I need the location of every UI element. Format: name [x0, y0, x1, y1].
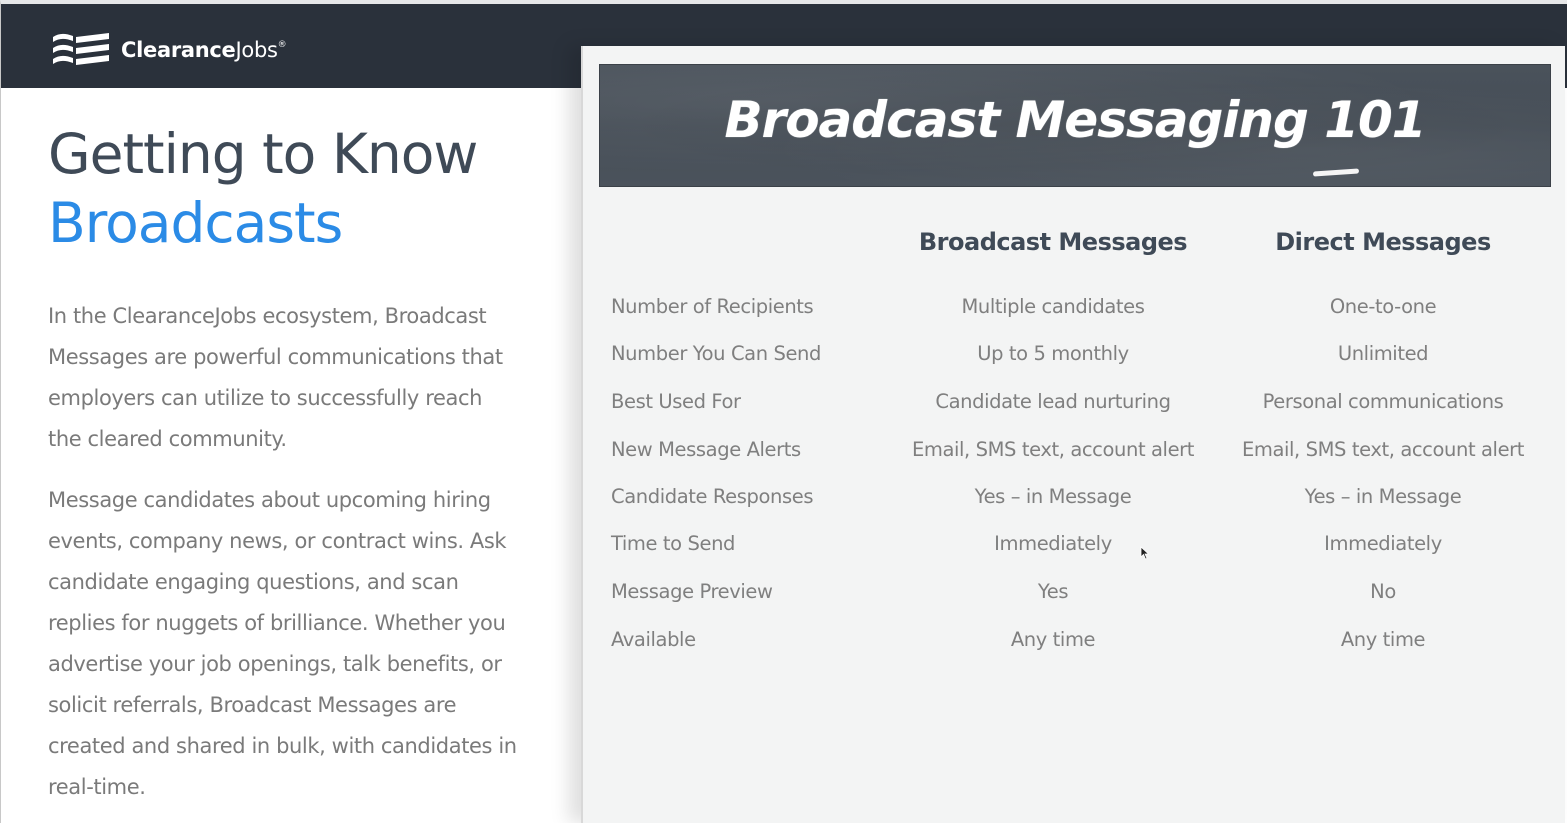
direct-value: No [1370, 580, 1396, 603]
broadcast-value: Any time [1010, 628, 1096, 651]
direct-value: Email, SMS text, account alert [1241, 438, 1525, 461]
flag-stripes-icon [53, 33, 109, 65]
chalk-underline [1312, 168, 1360, 177]
page-title: Getting to Know Broadcasts [48, 120, 548, 258]
comparison-panel: Broadcast Messaging 101 Broadcast Messag… [581, 46, 1565, 823]
table-row: Candidate Responses Yes – in Message Yes… [583, 485, 1567, 515]
title-line-2: Broadcasts [48, 191, 343, 255]
table-row: Message Preview Yes No [583, 580, 1567, 610]
broadcast-value: Yes – in Message [974, 485, 1132, 508]
registered-mark: ® [277, 40, 287, 50]
row-label: Message Preview [611, 580, 773, 603]
table-row: Number You Can Send Up to 5 monthly Unli… [583, 342, 1567, 372]
direct-value: Any time [1340, 628, 1426, 651]
table-row: Best Used For Candidate lead nurturing P… [583, 390, 1567, 420]
row-label: Candidate Responses [611, 485, 814, 508]
table-row: Available Any time Any time [583, 628, 1567, 658]
intro-section: Getting to Know Broadcasts [48, 120, 548, 258]
row-label: Time to Send [611, 532, 736, 555]
row-label: Number You Can Send [611, 342, 821, 365]
broadcast-value: Email, SMS text, account alert [911, 438, 1195, 461]
banner-title: Broadcast Messaging 101 [724, 90, 1426, 149]
title-line-1: Getting to Know [48, 122, 478, 186]
direct-value: Immediately [1324, 532, 1442, 555]
direct-value: One-to-one [1329, 295, 1437, 318]
direct-value: Unlimited [1337, 342, 1429, 365]
logo-wordmark: ClearanceJobs® [121, 38, 287, 62]
chalkboard-banner: Broadcast Messaging 101 [599, 64, 1551, 187]
broadcast-value: Immediately [994, 532, 1112, 555]
broadcast-value: Candidate lead nurturing [935, 390, 1171, 413]
clearancejobs-logo: ClearanceJobs® [51, 30, 287, 70]
row-label: Number of Recipients [611, 295, 814, 318]
logo-text-bold: Clearance [121, 38, 236, 62]
direct-value: Yes – in Message [1304, 485, 1462, 508]
column-header-direct: Direct Messages [1275, 228, 1491, 256]
column-header-broadcast: Broadcast Messages [918, 228, 1188, 256]
mouse-cursor-icon [1140, 546, 1150, 560]
row-label: Available [611, 628, 696, 651]
broadcast-value: Multiple candidates [961, 295, 1145, 318]
row-label: New Message Alerts [611, 438, 801, 461]
logo-text-regular: Jobs [235, 38, 278, 62]
intro-paragraph-2: Message candidates about upcoming hiring… [48, 488, 517, 799]
direct-value: Personal communications [1262, 390, 1504, 413]
table-row: New Message Alerts Email, SMS text, acco… [583, 438, 1567, 468]
broadcast-value: Yes [1037, 580, 1069, 603]
intro-paragraph-1: In the ClearanceJobs ecosystem, Broadcas… [48, 304, 503, 451]
table-row: Number of Recipients Multiple candidates… [583, 295, 1567, 325]
broadcast-value: Up to 5 monthly [977, 342, 1129, 365]
row-label: Best Used For [611, 390, 741, 413]
table-row: Time to Send Immediately Immediately [583, 532, 1567, 562]
